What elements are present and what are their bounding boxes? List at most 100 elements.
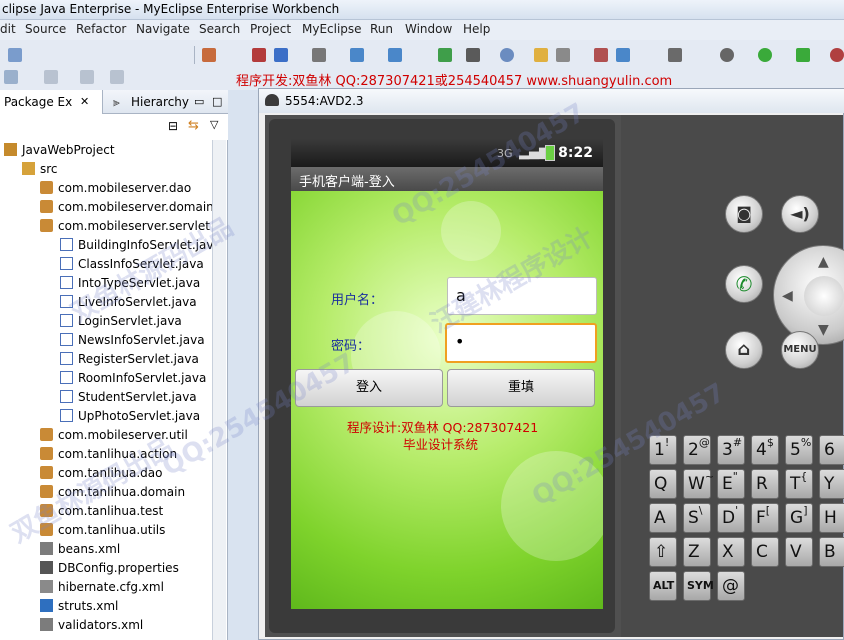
tree-item-label: com.tanlihua.action <box>58 447 178 461</box>
keyboard-key[interactable]: ALT <box>649 571 677 601</box>
menu-source[interactable]: Source <box>25 22 66 36</box>
globe-icon[interactable] <box>500 48 514 62</box>
dpad[interactable]: ▲ ▼ ◀ <box>773 245 844 345</box>
keyboard-key[interactable]: 5% <box>785 435 813 465</box>
tree-scrollbar[interactable] <box>212 140 226 640</box>
keyboard-key[interactable]: SYM <box>683 571 714 601</box>
close-icon[interactable]: ✕ <box>80 95 89 108</box>
link-editor-icon[interactable]: ⇆ <box>188 118 199 133</box>
package-icon <box>40 200 53 213</box>
deploy-icon[interactable] <box>252 48 266 62</box>
menu-window[interactable]: Window <box>405 22 452 36</box>
menu-myeclipse[interactable]: MyEclipse <box>302 22 362 36</box>
folder-icon[interactable] <box>534 48 548 62</box>
home-icon[interactable]: ⌂ <box>725 331 763 369</box>
dpad-down-icon[interactable]: ▼ <box>818 322 829 338</box>
keyboard-key[interactable]: A <box>649 503 677 533</box>
menu-project[interactable]: Project <box>250 22 291 36</box>
keyboard-key[interactable]: D' <box>717 503 745 533</box>
key-alt-label: ] <box>803 504 808 517</box>
open-type-icon[interactable] <box>438 48 452 62</box>
server-icon[interactable] <box>274 48 288 62</box>
keyboard-key[interactable]: F[ <box>751 503 779 533</box>
keyboard-key[interactable]: H <box>819 503 844 533</box>
web-icon[interactable] <box>616 48 630 62</box>
keyboard-key[interactable]: R <box>751 469 779 499</box>
menu-refactor[interactable]: Refactor <box>76 22 126 36</box>
outline-icon[interactable] <box>4 70 18 84</box>
menu-run[interactable]: Run <box>370 22 393 36</box>
login-button[interactable]: 登入 <box>295 369 443 407</box>
keyboard-key[interactable]: 2@ <box>683 435 711 465</box>
browser-icon[interactable] <box>312 48 326 62</box>
collapse-all-icon[interactable]: ⊟ <box>168 119 178 133</box>
dpad-left-icon[interactable]: ◀ <box>782 288 793 304</box>
menu-navigate[interactable]: Navigate <box>136 22 190 36</box>
call-icon[interactable]: ✆ <box>725 265 763 303</box>
keyboard-key[interactable]: S\ <box>683 503 711 533</box>
forward-icon[interactable] <box>110 70 124 84</box>
menu-help[interactable]: Help <box>463 22 490 36</box>
back-icon[interactable] <box>80 70 94 84</box>
status-bar: 3G ▂▄▆ 8:22 <box>291 139 603 167</box>
camera-icon[interactable]: ◙ <box>725 195 763 233</box>
tab-package-explorer[interactable]: Package Ex ✕ <box>0 90 103 114</box>
keyboard-key[interactable]: @ <box>717 571 745 601</box>
reset-button[interactable]: 重填 <box>447 369 595 407</box>
key-alt-label: [ <box>765 504 771 517</box>
dpad-up-icon[interactable]: ▲ <box>818 254 829 270</box>
keyboard-key[interactable]: G] <box>785 503 813 533</box>
perspective-icon[interactable] <box>594 48 608 62</box>
app-title: 手机客户端-登入 <box>299 175 395 190</box>
run-icon[interactable] <box>758 48 772 62</box>
keyboard-key[interactable]: 6 <box>819 435 844 465</box>
run-external-icon[interactable] <box>796 48 810 62</box>
key-label: D <box>722 508 736 528</box>
minimize-icon[interactable]: ▭ <box>194 95 204 108</box>
key-alt-label: ~ <box>704 470 715 483</box>
key-label: V <box>790 542 802 562</box>
keyboard-key[interactable]: 1! <box>649 435 677 465</box>
keyboard-key[interactable]: T{ <box>785 469 813 499</box>
keyboard-key[interactable]: 4$ <box>751 435 779 465</box>
keyboard-key[interactable]: W~ <box>683 469 715 499</box>
run-server-icon[interactable] <box>388 48 402 62</box>
tree-item-label: com.mobileserver.util <box>58 428 188 442</box>
view-menu-icon[interactable]: ▽ <box>210 118 218 131</box>
keyboard-key[interactable]: B <box>819 537 844 567</box>
keyboard-key[interactable]: E" <box>717 469 745 499</box>
key-label: 2 <box>688 440 699 460</box>
tab-hierarchy[interactable]: Hierarchy <box>131 95 189 109</box>
volume-icon[interactable]: ◄) <box>781 195 819 233</box>
keyboard-key[interactable]: X <box>717 537 745 567</box>
project-icon <box>4 143 17 156</box>
debug-icon[interactable] <box>350 48 364 62</box>
menu-button[interactable]: MENU <box>781 331 819 369</box>
keyboard-key[interactable]: 3# <box>717 435 745 465</box>
password-field[interactable]: • <box>445 323 597 363</box>
username-field[interactable]: a <box>447 277 597 315</box>
background-decoration <box>441 201 501 261</box>
keyboard-key[interactable]: Q <box>649 469 677 499</box>
maximize-icon[interactable]: □ <box>212 95 222 108</box>
gear-icon[interactable] <box>720 48 734 62</box>
new-icon[interactable] <box>8 48 22 62</box>
keyboard-key[interactable]: ⇧ <box>649 537 677 567</box>
keyboard-key[interactable]: C <box>751 537 779 567</box>
menu-search[interactable]: Search <box>199 22 240 36</box>
keyboard-key[interactable]: Y <box>819 469 844 499</box>
key-label: 5 <box>790 440 801 460</box>
tab-package-explorer-label: Package Ex <box>4 95 73 109</box>
search-icon[interactable] <box>556 48 570 62</box>
dpad-center[interactable] <box>804 276 844 316</box>
new-wizard-icon[interactable] <box>202 48 216 62</box>
keyboard-key[interactable]: V <box>785 537 813 567</box>
keyboard-key[interactable]: Z <box>683 537 711 567</box>
open-task-icon[interactable] <box>466 48 480 62</box>
java-file-icon <box>60 238 73 251</box>
back-arrow-icon[interactable] <box>44 70 58 84</box>
console-icon[interactable] <box>668 48 682 62</box>
stop-icon[interactable] <box>830 48 844 62</box>
key-alt-label: % <box>800 436 812 449</box>
menu-edit[interactable]: dit <box>0 22 16 36</box>
